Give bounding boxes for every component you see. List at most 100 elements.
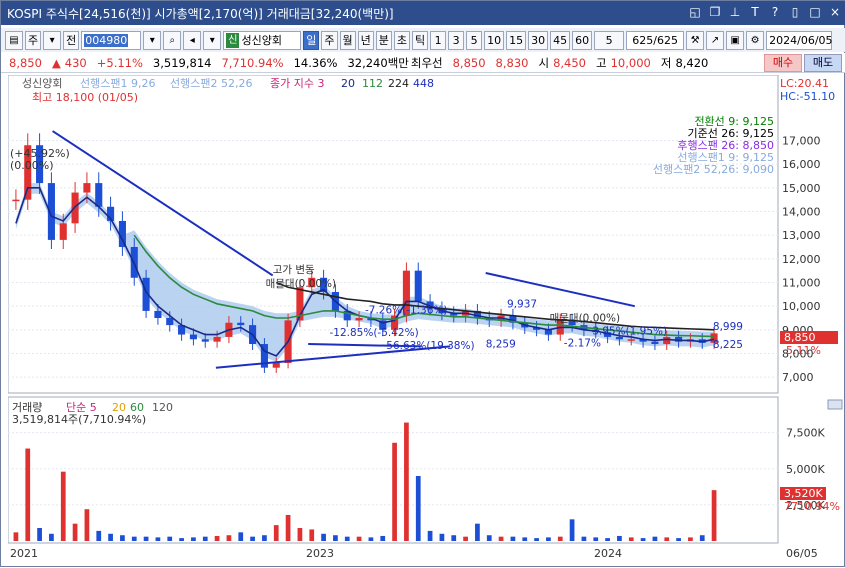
period-second-button[interactable]: 초 [393, 30, 410, 50]
current-price: 8,850 [9, 55, 42, 70]
volume-bar [711, 490, 717, 541]
stock-name-field[interactable]: 신 성신양회 [223, 30, 302, 50]
period-week-button[interactable]: 주 [321, 30, 338, 50]
date-field[interactable]: 2024/06/05 [766, 30, 833, 50]
font-size-icon[interactable]: T [748, 4, 762, 20]
volume-bar [238, 532, 244, 541]
save-icon[interactable]: ▣ [726, 30, 745, 50]
search-icon[interactable]: ⌕ [163, 30, 182, 50]
panel-collapse-icon[interactable] [827, 399, 843, 410]
volume-bar [321, 533, 326, 541]
minute-30-button[interactable]: 30 [528, 30, 549, 50]
volume-bar [202, 536, 208, 541]
volume-bar [131, 536, 137, 541]
volume-tick-label: 5,000K [786, 463, 825, 476]
chart-area[interactable]: 17,000 16,000 15,000 14,000 13,000 12,000 11,0… [7, 74, 845, 565]
volume-bar [569, 519, 575, 541]
title-bar: KOSPI 주식수[24,516(천)] 시가총액[2,170(억)] 거래대금… [1, 1, 845, 25]
minute-45-button[interactable]: 45 [550, 30, 571, 50]
volume-bar [415, 476, 421, 541]
open-label: 시 [538, 55, 550, 70]
volume-bar [439, 533, 445, 541]
volume-legend-ma120: 120 [152, 401, 173, 414]
hc-label: HC:-51.10 [780, 90, 835, 103]
volume-bar [522, 537, 528, 541]
window-icon[interactable]: ❐ [708, 4, 722, 20]
legend-stock-name: 성신양회 [22, 77, 62, 90]
price-tick-label: 17,000 [782, 135, 821, 148]
code-dropdown-icon[interactable]: ▾ [143, 30, 162, 50]
period-month-button[interactable]: 월 [339, 30, 356, 50]
minute-1-button[interactable]: 1 [430, 30, 447, 50]
drawing-icon[interactable]: ↗ [706, 30, 725, 50]
settings-icon[interactable]: ⚙ [746, 30, 765, 50]
minute-15-button[interactable]: 15 [506, 30, 527, 50]
volume-bar [262, 535, 267, 541]
volume-bar [676, 538, 681, 541]
volume-bar [546, 537, 551, 541]
volume-bar [297, 528, 303, 541]
legend-ma20: 20 [341, 77, 355, 90]
volume-bar [380, 535, 386, 541]
sell-button[interactable]: 매도 [804, 54, 842, 72]
dropdown-arrow-icon[interactable]: ▾ [43, 30, 62, 50]
low-value: 8,420 [675, 55, 709, 70]
current-price-tag-text: 8,850 [784, 331, 816, 344]
chart-annotation: 3.95%(1.95%) [592, 326, 667, 338]
speaker-icon[interactable]: ◂ [183, 30, 202, 50]
buy-button[interactable]: 매수 [764, 54, 802, 72]
candle-body [272, 362, 280, 368]
indicator-icon[interactable]: ⚒ [686, 30, 705, 50]
close-icon[interactable]: × [828, 4, 842, 20]
market-select[interactable]: 주 [25, 30, 42, 50]
minute-5-button[interactable]: 5 [466, 30, 483, 50]
minute-10-button[interactable]: 10 [484, 30, 505, 50]
ichimoku-legend-item: 선행스팬2 52,26: 9,090 [653, 163, 774, 176]
minute-3-button[interactable]: 3 [448, 30, 465, 50]
volume-current-tag-text: 3,520K [784, 487, 823, 500]
period-tick-button[interactable]: 틱 [412, 30, 429, 50]
volume-bar [652, 536, 658, 541]
pin-icon[interactable]: ⊥ [728, 4, 742, 20]
help-icon[interactable]: ? [768, 4, 782, 20]
volume-bar [463, 536, 468, 541]
volume-bar [25, 448, 31, 541]
candle-body [166, 318, 174, 326]
market-filter-select[interactable]: 전 [63, 30, 80, 50]
stock-code-input[interactable]: 004980 [81, 30, 142, 50]
volume-bar [333, 535, 338, 541]
volume-bar [628, 537, 634, 541]
minute-60-button[interactable]: 60 [572, 30, 593, 50]
volume-bar [191, 537, 196, 541]
history-icon[interactable]: ▾ [203, 30, 222, 50]
chart-annotation: -12.85%(-5.42%) [330, 327, 419, 339]
price-tick-label: 11,000 [782, 277, 821, 290]
chart-annotation: 고가 변동 [273, 264, 315, 276]
period-day-button[interactable]: 일 [303, 30, 320, 50]
volume-bar [37, 528, 42, 541]
chart-window: KOSPI 주식수[24,516(천)] 시가총액[2,170(억)] 거래대금… [0, 0, 845, 567]
volume-bar [179, 538, 184, 541]
candle-body [355, 318, 363, 321]
candle-body [651, 341, 659, 345]
volume-bar [688, 537, 693, 541]
maximize-icon[interactable]: □ [808, 4, 822, 20]
legend-ma112: 112 [362, 77, 383, 90]
candle-body [59, 223, 67, 240]
period-year-button[interactable]: 년 [357, 30, 374, 50]
panel-toggle-icon[interactable]: ▤ [5, 30, 23, 50]
period-minute-button[interactable]: 분 [375, 30, 392, 50]
time-axis-label: 06/05 [786, 547, 818, 560]
price-tick-label: 15,000 [782, 182, 821, 195]
candle-body [12, 199, 20, 202]
price-tick-label: 12,000 [782, 253, 821, 266]
data-count-field[interactable]: 625/625 [626, 30, 685, 50]
restore-icon[interactable]: ▯ [788, 4, 802, 20]
price-chart-svg[interactable]: 17,000 16,000 15,000 14,000 13,000 12,000 11,0… [7, 74, 845, 565]
volume-summary: 3,519,814주(7,710.94%) [12, 413, 146, 426]
candle-body [154, 310, 162, 318]
up-arrow-icon: ▲ [51, 55, 61, 70]
layout-icon[interactable]: ◱ [688, 4, 702, 20]
interval-select[interactable]: 5 [594, 30, 625, 50]
volume-bar [120, 535, 125, 541]
